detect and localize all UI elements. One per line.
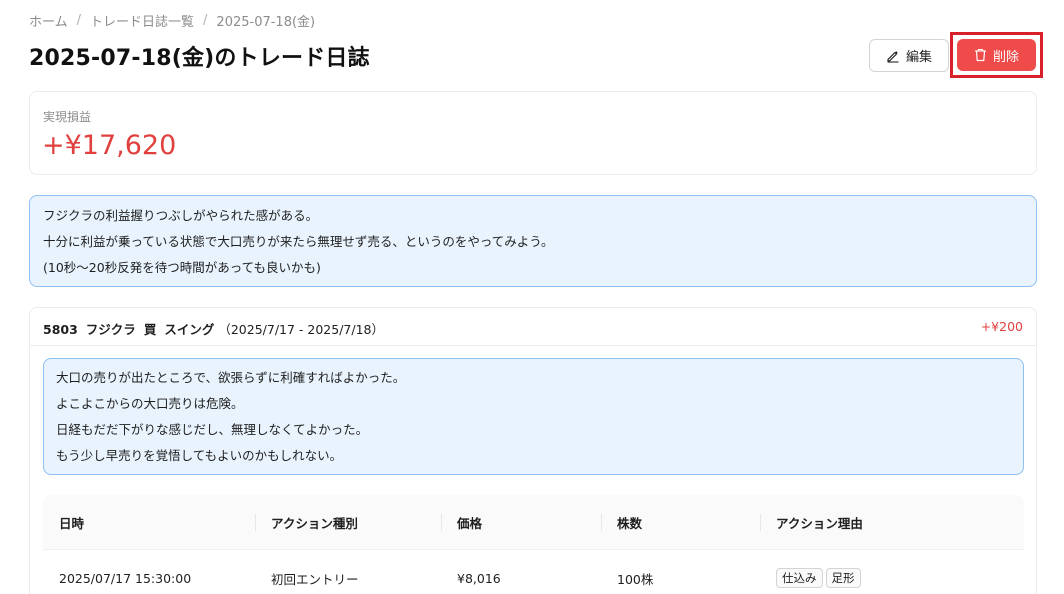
trade-summary: 5803 フジクラ買スイング （2025/7/17 - 2025/7/18） xyxy=(43,319,392,338)
edit-button[interactable]: 編集 xyxy=(869,39,949,72)
reason-tag: 仕込み xyxy=(776,568,823,588)
table-row: 2025/07/17 15:30:00 初回エントリー ¥8,016 100株 … xyxy=(43,550,1024,594)
trade-note-line: もう少し早売りを覚悟してもよいのかもしれない。 xyxy=(56,448,343,463)
trade-note: 大口の売りが出たところで、欲張らずに利確すればよかった。 よこよこからの大口売り… xyxy=(43,358,1024,475)
trash-icon xyxy=(974,48,986,62)
cell-shares: 100株 xyxy=(617,571,654,587)
day-note-line: (10秒〜20秒反発を待つ時間があっても良いかも) xyxy=(43,260,321,275)
delete-button-label: 削除 xyxy=(992,49,1019,65)
trade-period: （2025/7/17 - 2025/7/18） xyxy=(218,322,384,337)
trade-card-header: 5803 フジクラ買スイング （2025/7/17 - 2025/7/18） +¥2… xyxy=(30,308,1036,346)
trade-actions-table: 日時 アクション種別 価格 株数 アクション理由 2025/07/17 15:3… xyxy=(43,495,1024,594)
column-header-datetime: 日時 xyxy=(59,515,85,531)
delete-button[interactable]: 削除 xyxy=(957,39,1036,71)
day-note-line: フジクラの利益握りつぶしがやられた感がある。 xyxy=(43,208,319,223)
trade-side: 買 xyxy=(143,322,157,337)
realized-pnl-card: 実現損益 +¥17,620 xyxy=(29,91,1037,175)
page-title: 2025-07-18(金)のトレード日誌 xyxy=(29,46,370,71)
breadcrumb-separator: / xyxy=(203,12,208,28)
day-note-line: 十分に利益が乗っている状態で大口売りが来たら無理せず売る、というのをやってみよう… xyxy=(43,234,554,249)
reason-tag: 足形 xyxy=(825,568,861,588)
trade-note-line: よこよこからの大口売りは危険。 xyxy=(56,396,244,411)
edit-button-label: 編集 xyxy=(905,50,932,65)
column-header-price: 価格 xyxy=(441,495,601,549)
column-header-shares: 株数 xyxy=(601,495,760,549)
column-header-action: アクション種別 xyxy=(255,495,441,549)
breadcrumb-separator: / xyxy=(76,12,82,28)
cell-action: 初回エントリー xyxy=(271,571,359,587)
trade-note-line: 日経もだだ下がりな感じだし、無理しなくてよかった。 xyxy=(56,422,369,437)
cell-price: ¥8,016 xyxy=(457,570,501,586)
table-header: 日時 アクション種別 価格 株数 アクション理由 xyxy=(43,495,1024,550)
trade-pnl: +¥200 xyxy=(980,319,1023,334)
trade-name: フジクラ xyxy=(85,322,136,337)
breadcrumb: ホーム / トレード日誌一覧 / 2025-07-18(金) xyxy=(29,10,315,30)
breadcrumb-home-link[interactable]: ホーム xyxy=(29,11,68,30)
trade-code: 5803 xyxy=(43,322,78,337)
cell-reasons: 仕込み 足形 xyxy=(760,568,1024,588)
breadcrumb-current: 2025-07-18(金) xyxy=(216,14,316,30)
day-note: フジクラの利益握りつぶしがやられた感がある。 十分に利益が乗っている状態で大口売… xyxy=(29,195,1037,287)
pencil-icon xyxy=(887,50,899,63)
column-header-reason: アクション理由 xyxy=(760,495,1024,549)
cell-datetime: 2025/07/17 15:30:00 xyxy=(59,570,192,586)
realized-pnl-value: +¥17,620 xyxy=(42,130,177,161)
trade-style: スイング xyxy=(164,322,215,337)
trade-card: 5803 フジクラ買スイング （2025/7/17 - 2025/7/18） +¥2… xyxy=(29,307,1037,594)
trade-note-line: 大口の売りが出たところで、欲張らずに利確すればよかった。 xyxy=(56,370,406,385)
breadcrumb-list-link[interactable]: トレード日誌一覧 xyxy=(90,11,194,30)
delete-button-highlight: 削除 xyxy=(950,32,1043,78)
realized-pnl-label: 実現損益 xyxy=(43,110,92,124)
